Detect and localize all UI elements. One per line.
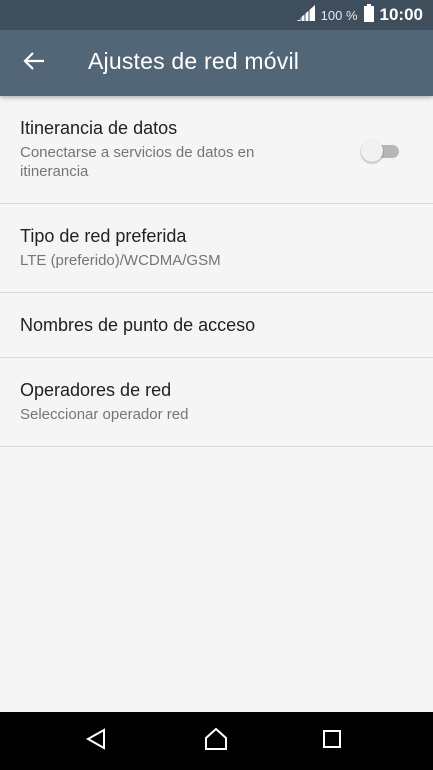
item-subtitle: Seleccionar operador red <box>20 406 189 423</box>
nav-home-button[interactable] <box>196 724 236 758</box>
square-recents-icon <box>322 729 342 754</box>
arrow-left-icon <box>23 51 45 75</box>
list-item-data-roaming[interactable]: Itinerancia de datos Conectarse a servic… <box>0 96 433 204</box>
nav-recents-button[interactable] <box>312 724 352 758</box>
item-subtitle: Conectarse a servicios de datos en itine… <box>20 144 255 180</box>
home-icon <box>204 727 228 756</box>
page-title: Ajustes de red móvil <box>88 48 300 74</box>
battery-percentage: 100 % <box>320 7 358 23</box>
app-bar: Ajustes de red móvil <box>0 30 433 96</box>
list-item-network-operators[interactable]: Operadores de red Seleccionar operador r… <box>0 358 433 447</box>
item-title: Itinerancia de datos <box>20 118 178 138</box>
battery-icon <box>363 3 374 27</box>
status-indicators: 100 % 10:00 <box>296 0 423 30</box>
item-title: Tipo de red preferida <box>20 226 187 246</box>
item-subtitle: LTE (preferido)/WCDMA/GSM <box>20 252 221 269</box>
navigation-bar <box>0 712 433 770</box>
back-button[interactable] <box>12 43 56 83</box>
item-title: Nombres de punto de acceso <box>20 315 256 335</box>
nav-back-button[interactable] <box>76 724 116 758</box>
settings-list: Itinerancia de datos Conectarse a servic… <box>0 96 433 447</box>
clock: 10:00 <box>379 5 423 24</box>
toggle-thumb <box>361 140 383 162</box>
triangle-back-icon <box>85 727 107 755</box>
item-title: Operadores de red <box>20 380 172 400</box>
status-bar: 100 % 10:00 <box>0 0 433 30</box>
signal-icon <box>296 4 315 26</box>
list-item-access-point-names[interactable]: Nombres de punto de acceso <box>0 293 433 358</box>
data-roaming-toggle[interactable] <box>361 140 401 162</box>
list-item-preferred-network[interactable]: Tipo de red preferida LTE (preferido)/WC… <box>0 204 433 293</box>
